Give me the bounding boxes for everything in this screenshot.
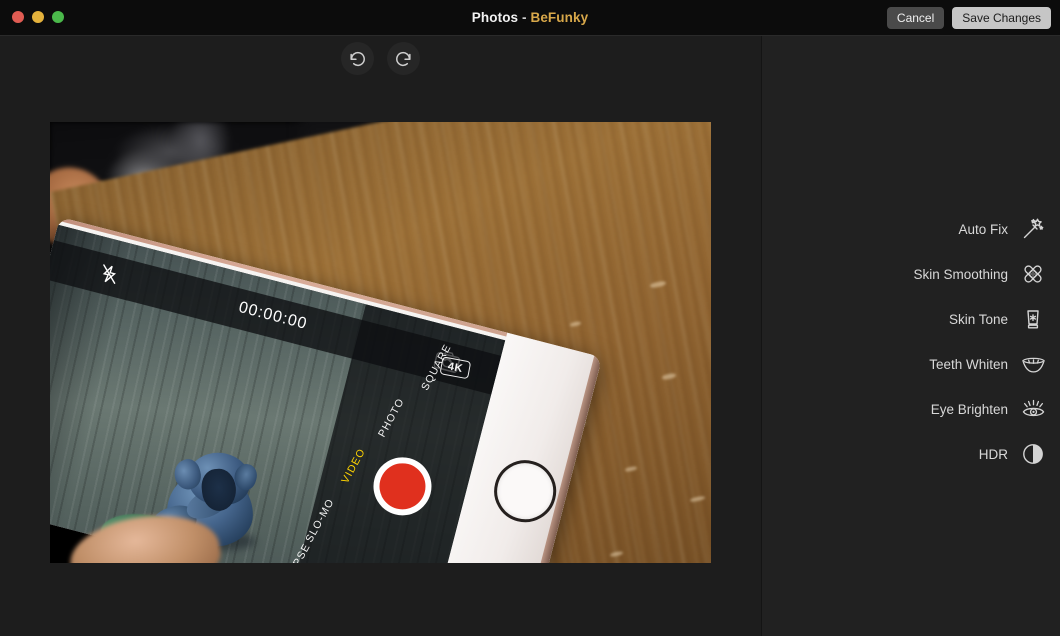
cancel-button[interactable]: Cancel: [886, 7, 945, 29]
sidebar-item-skin-smoothing[interactable]: Skin Smoothing: [913, 260, 1046, 288]
record-button[interactable]: [367, 450, 438, 522]
contrast-circle-icon: [1020, 441, 1046, 467]
sidebar-item-label: Skin Tone: [948, 311, 1008, 327]
save-changes-button[interactable]: Save Changes: [952, 7, 1051, 29]
undo-button[interactable]: [341, 42, 374, 75]
undo-arrow-icon: [348, 49, 367, 68]
bandage-icon: [1020, 261, 1046, 287]
sidebar-item-label: Teeth Whiten: [929, 356, 1008, 372]
sidebar-item-label: Eye Brighten: [930, 401, 1008, 417]
maximize-window-button[interactable]: [52, 11, 64, 23]
sidebar-item-hdr[interactable]: HDR: [979, 440, 1046, 468]
eye-rays-icon: [1020, 396, 1046, 422]
sidebar-item-skin-tone[interactable]: Skin Tone: [949, 305, 1046, 333]
window-title-separator: -: [518, 10, 531, 25]
minimize-window-button[interactable]: [32, 11, 44, 23]
photo-canvas[interactable]: 00:00:00 4K SQUARE PHOTO VIDEO SLO-MO: [50, 122, 711, 563]
window-title-app: Photos: [471, 10, 519, 25]
sidebar-item-teeth-whiten[interactable]: Teeth Whiten: [929, 350, 1046, 378]
sidebar-item-label: Skin Smoothing: [913, 266, 1008, 282]
sidebar-item-auto-fix[interactable]: Auto Fix: [958, 215, 1046, 243]
magic-wand-icon: [1020, 216, 1046, 242]
window-titlebar: Photos - BeFunky Cancel Save Changes: [0, 0, 1060, 36]
close-window-button[interactable]: [12, 11, 24, 23]
edited-photo-image: 00:00:00 4K SQUARE PHOTO VIDEO SLO-MO: [50, 122, 711, 563]
editor-main-area: 00:00:00 4K SQUARE PHOTO VIDEO SLO-MO Au…: [0, 36, 1060, 636]
record-button-inner: [374, 458, 431, 515]
titlebar-actions: Cancel Save Changes: [886, 7, 1051, 29]
lotion-tube-icon: [1020, 306, 1046, 332]
window-title-brand: BeFunky: [530, 10, 589, 25]
sidebar-item-eye-brighten[interactable]: Eye Brighten: [931, 395, 1046, 423]
touch-up-tools-sidebar: Auto Fix Skin Smoothing Skin Tone Teeth …: [762, 36, 1060, 636]
redo-button[interactable]: [387, 42, 420, 75]
smile-mouth-icon: [1020, 351, 1046, 377]
sidebar-item-label: Auto Fix: [958, 221, 1008, 237]
redo-arrow-icon: [394, 49, 413, 68]
befunky-photo-editor-window: Photos - BeFunky Cancel Save Changes 00:…: [0, 0, 1060, 636]
history-controls: [341, 42, 420, 75]
camera-mode-video[interactable]: VIDEO: [339, 446, 368, 485]
window-traffic-lights: [12, 11, 64, 23]
camera-mode-photo[interactable]: PHOTO: [376, 396, 407, 439]
sidebar-item-label: HDR: [978, 446, 1008, 462]
